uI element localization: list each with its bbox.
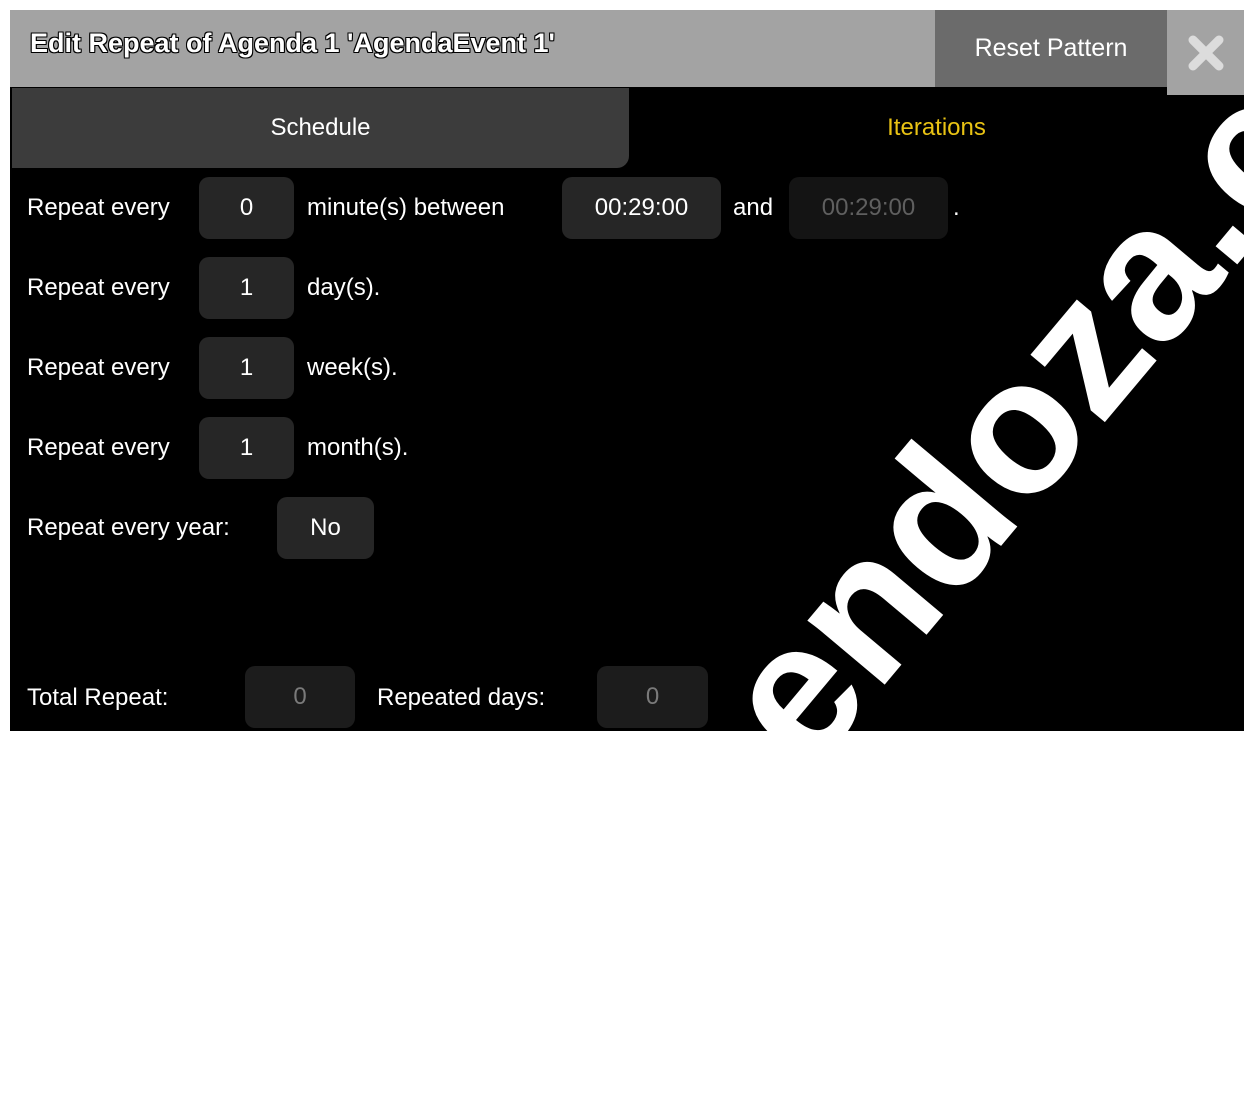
repeat-yearly-toggle[interactable]: No xyxy=(277,497,374,559)
and-label: and xyxy=(733,194,774,221)
minutes-suffix: . xyxy=(953,194,960,221)
dialog-title: Edit Repeat of Agenda 1 'AgendaEvent 1' xyxy=(30,28,555,58)
months-row-label: Repeat every xyxy=(27,434,170,461)
total-repeat-value: 0 xyxy=(245,666,355,728)
minutes-interval-field[interactable]: 0 xyxy=(199,177,294,239)
end-time-field: 00:29:00 xyxy=(789,177,948,239)
title-bar: Edit Repeat of Agenda 1 'AgendaEvent 1' xyxy=(10,10,935,87)
close-button[interactable] xyxy=(1167,10,1244,95)
days-interval-field[interactable]: 1 xyxy=(199,257,294,319)
year-row-label: Repeat every year: xyxy=(27,514,230,541)
days-row-label: Repeat every xyxy=(27,274,170,301)
days-suffix: day(s). xyxy=(307,274,381,301)
months-interval-field[interactable]: 1 xyxy=(199,417,294,479)
tab-iterations[interactable]: Iterations xyxy=(629,88,1244,168)
repeated-days-value: 0 xyxy=(597,666,708,728)
minutes-row-label: Repeat every xyxy=(27,194,170,221)
repeated-days-label: Repeated days: xyxy=(377,684,546,711)
reset-pattern-button[interactable]: Reset Pattern xyxy=(935,10,1167,87)
dialog-window: Edit Repeat of Agenda 1 'AgendaEvent 1' … xyxy=(10,10,1244,731)
start-time-field[interactable]: 00:29:00 xyxy=(562,177,721,239)
minutes-between-label: minute(s) between xyxy=(307,194,505,221)
weeks-row-label: Repeat every xyxy=(27,354,170,381)
months-suffix: month(s). xyxy=(307,434,409,461)
weeks-suffix: week(s). xyxy=(307,354,398,381)
weeks-interval-field[interactable]: 1 xyxy=(199,337,294,399)
tab-schedule[interactable]: Schedule xyxy=(12,88,629,168)
total-repeat-label: Total Repeat: xyxy=(27,684,169,711)
close-x-icon xyxy=(1188,35,1223,70)
